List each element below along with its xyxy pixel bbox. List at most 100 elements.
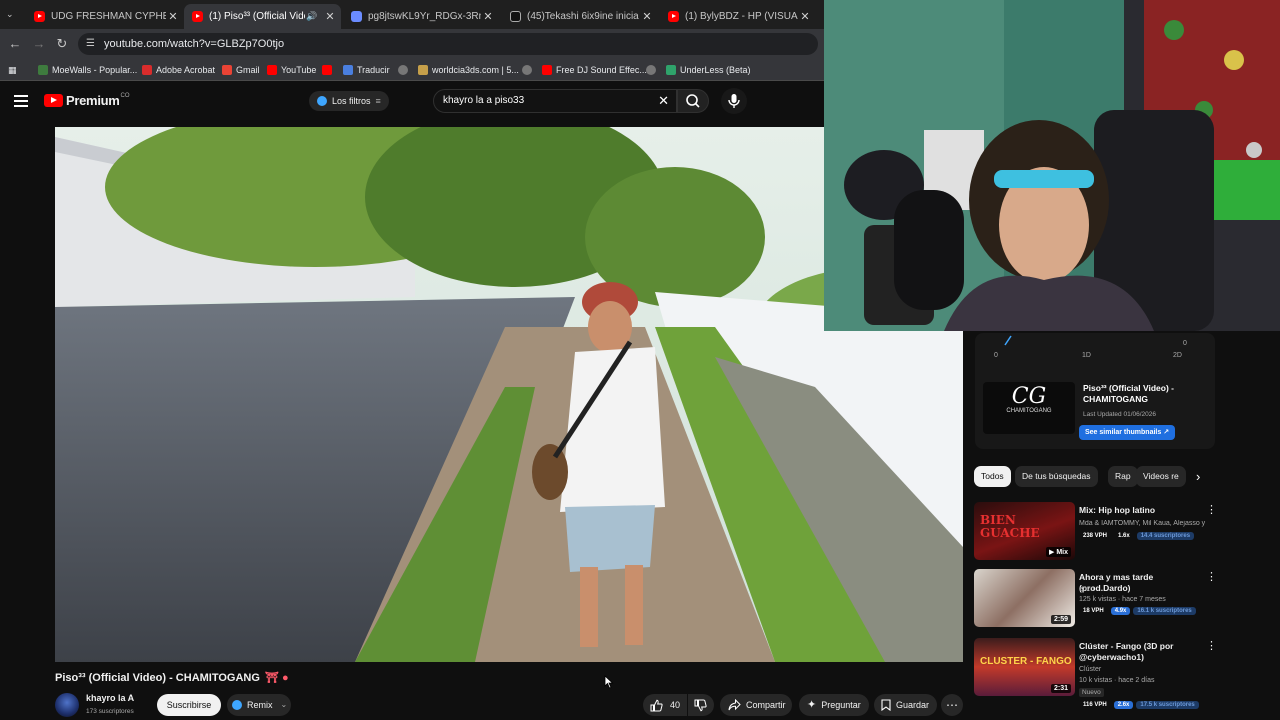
remix-button[interactable]: Remix ⌄ [227,694,291,716]
video-thumbnail[interactable]: CLUSTER - FANGO 2:31 [974,638,1075,696]
bookmark-item[interactable] [322,63,336,77]
menu-icon[interactable] [14,95,28,107]
more-options-icon[interactable]: ⋮ [1206,505,1217,516]
list-item[interactable]: 2:59 Ahora y mas tarde (prod.Dardo) enzo… [974,569,1218,633]
browser-tab-strip: ⌄ UDG FRESHMAN CYPHER 2026 ✕ (1) Piso³³ … [0,0,824,29]
subscribe-button[interactable]: Suscribirse [157,694,221,716]
tab-close-icon[interactable]: ✕ [640,10,654,23]
bookmark-label: Gmail [236,65,260,75]
video-title[interactable]: Mix: Hip hop latino [1079,505,1203,516]
video-title: Piso³³ (Official Video) - CHAMITOGANG ⛩ … [55,671,289,684]
browser-tab[interactable]: (45)Tekashi 6ix9ine inicia su co ✕ [502,4,658,29]
video-title[interactable]: Clúster - Fango (3D por @cyberwacho1) [1079,641,1203,663]
speaker-icon[interactable]: 🔊 [305,11,319,22]
subs-badge: 16.1 k suscriptores [1133,607,1196,615]
bookmark-item[interactable]: YouTube [267,63,316,77]
streamer-webcam [824,0,1280,331]
chip-videos-relacionados[interactable]: Videos re [1136,466,1186,487]
channel-thumbnail[interactable]: CG CHAMITOGANG [983,382,1075,434]
share-icon [728,699,741,711]
video-title-text: Piso³³ (Official Video) - CHAMITOGANG [55,672,260,684]
chevron-right-icon[interactable]: › [1196,469,1200,484]
recommendation-chips: Todos De tus búsquedas Rap Videos re › [974,466,1214,488]
video-views: 125 k vistas · hace 7 meses [1079,596,1166,603]
search-button[interactable] [677,89,709,113]
subs-badge: 14.4 suscriptores [1136,532,1195,540]
bookmark-label: YouTube [281,65,317,75]
chevron-down-icon: ⌄ [280,700,288,709]
video-channel: Mda & IAMTOMMY, Mil Kaua, Alejasso y ... [1079,520,1207,527]
globe-icon [646,65,656,75]
youtube-favicon-icon [668,11,679,22]
reload-icon[interactable]: ↻ [53,35,71,53]
bookmark-item[interactable]: Gmail [222,63,260,77]
voice-search-button[interactable] [721,88,747,114]
like-button[interactable]: 40 [643,694,687,716]
bookmark-item[interactable]: UnderLess (Beta) [666,63,751,77]
site-info-icon[interactable]: ☰ [86,33,95,55]
browser-tab-active[interactable]: (1) Piso³³ (Official Video) - C 🔊 ✕ [184,4,341,29]
bookmark-label: Traducir [357,65,390,75]
back-arrow-icon[interactable]: ← [6,35,24,53]
gmail-icon [222,65,232,75]
video-title[interactable]: Ahora y mas tarde (prod.Dardo) [1079,572,1203,594]
tab-title: UDG FRESHMAN CYPHER 2026 [51,11,166,22]
bookmark-item[interactable]: Adobe Acrobat [142,63,215,77]
tab-title: pg8jtswKL9Yr_RDGx-3Rms_ku/l [368,11,481,22]
badge-text: Mix [1056,549,1068,556]
more-options-icon[interactable]: ⋮ [1206,641,1217,652]
channel-avatar[interactable] [55,693,79,717]
save-button[interactable]: Guardar [874,694,937,716]
more-options-icon[interactable]: ⋮ [1206,572,1217,583]
bookmark-item[interactable] [522,63,536,77]
thumbnail-text: CLUSTER - FANGO [980,656,1072,667]
tab-close-icon[interactable]: ✕ [166,10,180,23]
video-stats: 116 VPH 2.6x 17.5 k suscriptores [1079,701,1202,709]
list-item[interactable]: BIEN GUACHE ▶ Mix Mix: Hip hop latino Md… [974,502,1218,566]
tab-close-icon[interactable]: ✕ [798,10,812,23]
forward-arrow-icon[interactable]: → [30,35,48,53]
chip-todos[interactable]: Todos [974,466,1011,487]
share-button[interactable]: Compartir [720,694,792,716]
thumbnail-text: BIEN GUACHE [980,513,1040,540]
browser-toolbar: ← → ↻ ☰ youtube.com/watch?v=GLBZp7O0tjo [0,29,824,59]
remix-label: Remix [247,700,273,710]
list-item[interactable]: CLUSTER - FANGO 2:31 Clúster - Fango (3D… [974,638,1218,718]
address-bar[interactable]: ☰ youtube.com/watch?v=GLBZp7O0tjo [78,33,818,55]
bookmark-icon [881,699,891,711]
bookmark-item[interactable] [398,63,412,77]
ask-button[interactable]: ✦ Preguntar [799,694,869,716]
globe-icon [398,65,408,75]
tab-close-icon[interactable]: ✕ [323,10,337,23]
bookmark-item[interactable]: Traducir [343,63,390,77]
chip-rap[interactable]: Rap [1108,466,1138,487]
save-label: Guardar [896,700,930,710]
translate-icon [343,65,353,75]
bookmark-item[interactable]: MoeWalls - Popular... [38,63,137,77]
browser-tab[interactable]: UDG FRESHMAN CYPHER 2026 ✕ [26,4,184,29]
more-actions-button[interactable]: ⋯ [941,694,963,716]
chip-de-tus-busquedas[interactable]: De tus búsquedas [1015,466,1098,487]
thumbs-up-icon [650,699,663,712]
subscriber-count: 173 suscriptores [86,708,134,715]
chart-axis-label: 2D [1173,352,1182,359]
bookmark-item[interactable]: Free DJ Sound Effec... [542,63,647,77]
bookmark-item[interactable]: worldcia3ds.com | 5... [418,63,519,77]
dislike-button[interactable] [688,694,714,716]
youtube-logo-icon [44,94,63,107]
see-similar-thumbnails-button[interactable]: See similar thumbnails ↗ [1079,425,1176,440]
tab-search-icon[interactable]: ⌄ [6,9,14,20]
apps-grid-icon[interactable]: ▦ [8,63,17,77]
video-thumbnail[interactable]: BIEN GUACHE ▶ Mix [974,502,1075,560]
youtube-premium-logo[interactable]: Premium CO [44,93,130,108]
bookmark-item[interactable] [646,63,660,77]
browser-tab[interactable]: (1) BylyBDZ - HP (VISUALIZER) ✕ [660,4,816,29]
search-input[interactable]: khayro la a piso33 ✕ [433,89,677,113]
channel-name[interactable]: khayro la A [86,693,134,703]
new-tag: Nuevo [1079,688,1104,697]
video-thumbnail[interactable]: 2:59 [974,569,1075,627]
filters-button[interactable]: Los filtros ≡ [309,91,389,111]
tab-close-icon[interactable]: ✕ [481,10,495,23]
browser-tab[interactable]: pg8jtswKL9Yr_RDGx-3Rms_ku/l ✕ [343,4,499,29]
clear-search-icon[interactable]: ✕ [658,90,669,112]
